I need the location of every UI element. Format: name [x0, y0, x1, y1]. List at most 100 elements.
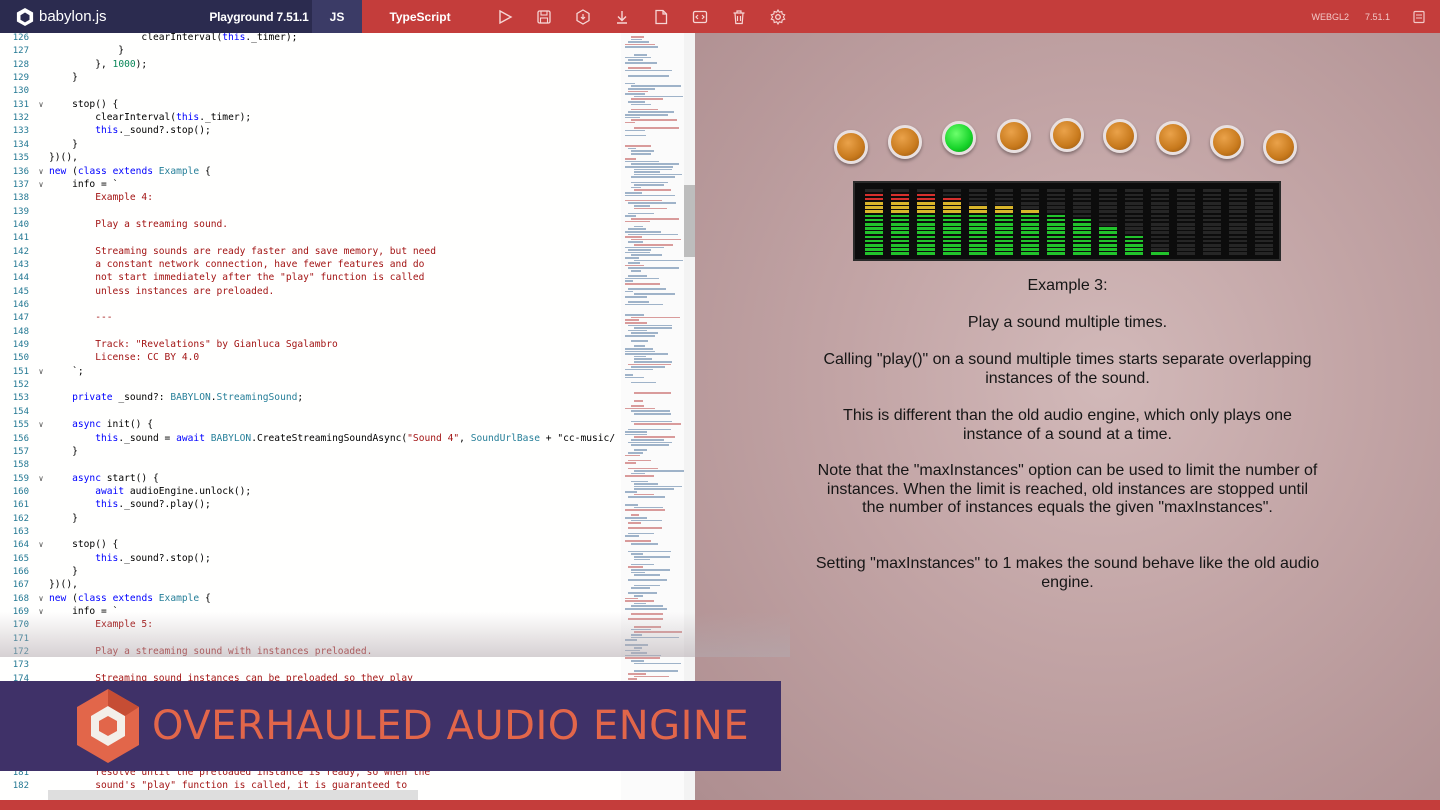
code-line[interactable]: 132 clearInterval(this._timer);: [0, 111, 251, 124]
code-line[interactable]: 152: [0, 378, 49, 391]
minimap-line: [625, 69, 672, 72]
minimap-line: [628, 67, 652, 69]
minimap-line: [634, 485, 682, 488]
code-line[interactable]: 164 ∨ stop() {: [0, 538, 119, 551]
code-line[interactable]: 129 }: [0, 71, 78, 84]
fold-chevron-icon[interactable]: ∨: [33, 98, 49, 111]
code-line[interactable]: 126 clearInterval(this._timer);: [0, 33, 298, 44]
tab-js[interactable]: JS: [312, 0, 362, 33]
fold-chevron-icon[interactable]: ∨: [33, 365, 49, 378]
code-line[interactable]: 154: [0, 405, 49, 418]
code-line[interactable]: 167})(),: [0, 578, 78, 591]
code-line[interactable]: 148: [0, 325, 49, 338]
version-label[interactable]: 7.51.1: [1365, 12, 1390, 22]
render-canvas[interactable]: Example 3: Play a sound multiple times. …: [695, 33, 1440, 800]
minimap-line: [634, 423, 682, 425]
fold-chevron-icon[interactable]: ∨: [33, 592, 49, 605]
line-number: 137: [12, 179, 29, 190]
code-line[interactable]: 146: [0, 298, 49, 311]
new-file-button[interactable]: [641, 0, 680, 33]
code-line[interactable]: 145 unless instances are preloaded.: [0, 285, 275, 298]
minimap-line: [634, 662, 681, 665]
line-number: 160: [12, 486, 29, 497]
code-line[interactable]: 166 }: [0, 565, 78, 578]
minimap-line: [625, 290, 634, 293]
code-line[interactable]: 137 ∨ info = `: [0, 178, 119, 191]
code-line[interactable]: 127 }: [0, 44, 124, 57]
line-number: 157: [12, 446, 29, 457]
line-number: 164: [12, 540, 29, 551]
code-line[interactable]: 158: [0, 458, 49, 471]
settings-button[interactable]: [758, 0, 797, 33]
fold-chevron-icon[interactable]: ∨: [33, 418, 49, 431]
fold-chevron-icon[interactable]: ∨: [33, 472, 49, 485]
code-line[interactable]: 160 await audioEngine.unlock();: [0, 485, 251, 498]
fold-chevron-icon[interactable]: ∨: [33, 165, 49, 178]
code-line[interactable]: 150 License: CC BY 4.0: [0, 351, 199, 364]
download-button[interactable]: [602, 0, 641, 33]
code-line[interactable]: 155 ∨ async init() {: [0, 418, 153, 431]
minimap-line: [631, 238, 682, 241]
code-line[interactable]: 147 ---: [0, 311, 113, 324]
code-line[interactable]: 139: [0, 205, 49, 218]
horizontal-scrollbar[interactable]: [48, 790, 418, 800]
code-text: }: [49, 512, 78, 524]
minimap-line: [634, 127, 680, 129]
code-line[interactable]: 162 }: [0, 512, 78, 525]
code-line[interactable]: 163: [0, 525, 49, 538]
save-button[interactable]: [524, 0, 563, 33]
minimap-line: [631, 181, 668, 184]
engine-label[interactable]: WEBGL2: [1311, 12, 1349, 22]
code-line[interactable]: 156 this._sound = await BABYLON.CreateSt…: [0, 432, 615, 445]
clear-button[interactable]: [719, 0, 758, 33]
code-line[interactable]: 151 ∨ `;: [0, 365, 84, 378]
code-line[interactable]: 133 this._sound?.stop();: [0, 124, 211, 137]
code-line[interactable]: 131 ∨ stop() {: [0, 98, 119, 111]
minimap-line: [631, 36, 645, 38]
code-line[interactable]: 168 ∨ new (class extends Example {: [0, 592, 211, 605]
tab-typescript[interactable]: TypeScript: [377, 0, 463, 33]
code-line[interactable]: 141: [0, 231, 49, 244]
code-line[interactable]: 136 ∨ new (class extends Example {: [0, 165, 211, 178]
code-line[interactable]: 143 a constant network connection, have …: [0, 258, 425, 271]
format-icon: [692, 10, 707, 23]
babylon-cube-icon: [16, 7, 34, 26]
code-line[interactable]: 159 ∨ async start() {: [0, 472, 159, 485]
trash-icon: [733, 9, 744, 24]
code-line[interactable]: 130: [0, 84, 49, 97]
code-line[interactable]: 149 Track: "Revelations" by Gianluca Sga…: [0, 338, 338, 351]
fold-chevron-icon[interactable]: ∨: [33, 178, 49, 191]
code-line[interactable]: 144 not start immediately after the "pla…: [0, 271, 425, 284]
vertical-scrollbar-thumb[interactable]: [684, 185, 695, 257]
run-button[interactable]: [485, 0, 524, 33]
line-number: 166: [12, 567, 29, 577]
code-line[interactable]: 153 private _sound?: BABYLON.StreamingSo…: [0, 391, 303, 404]
babylon-logo[interactable]: babylon.js: [0, 0, 206, 33]
fold-chevron-icon[interactable]: ∨: [33, 538, 49, 551]
minimap-line: [625, 46, 658, 48]
code-line[interactable]: 161 this._sound?.play();: [0, 498, 211, 511]
line-number: 142: [12, 246, 29, 257]
code-line[interactable]: 128 }, 1000);: [0, 58, 147, 71]
code-line[interactable]: 135})(),: [0, 151, 78, 164]
code-line[interactable]: 138 Example 4:: [0, 191, 153, 204]
minimap-line: [625, 407, 655, 410]
code-line[interactable]: 173: [0, 658, 49, 671]
examples-icon[interactable]: [1412, 10, 1426, 24]
code-line[interactable]: 157 }: [0, 445, 78, 458]
download-scene-button[interactable]: [563, 0, 602, 33]
minimap-line: [625, 121, 635, 124]
code-line[interactable]: 142 Streaming sounds are ready faster an…: [0, 245, 436, 258]
minimap-line: [631, 405, 645, 407]
minimap-line: [625, 116, 640, 119]
minimap-line: [625, 462, 637, 464]
minimap-line: [625, 264, 644, 267]
code-line[interactable]: 140 Play a streaming sound.: [0, 218, 228, 231]
format-button[interactable]: [680, 0, 719, 33]
example-paragraph-1: Play a sound multiple times.: [967, 314, 1168, 331]
line-number: 173: [12, 660, 29, 671]
code-line[interactable]: 165 this._sound?.stop();: [0, 552, 211, 565]
minimap-line: [625, 540, 652, 542]
minimap-line: [634, 189, 671, 191]
code-line[interactable]: 134 }: [0, 138, 78, 151]
